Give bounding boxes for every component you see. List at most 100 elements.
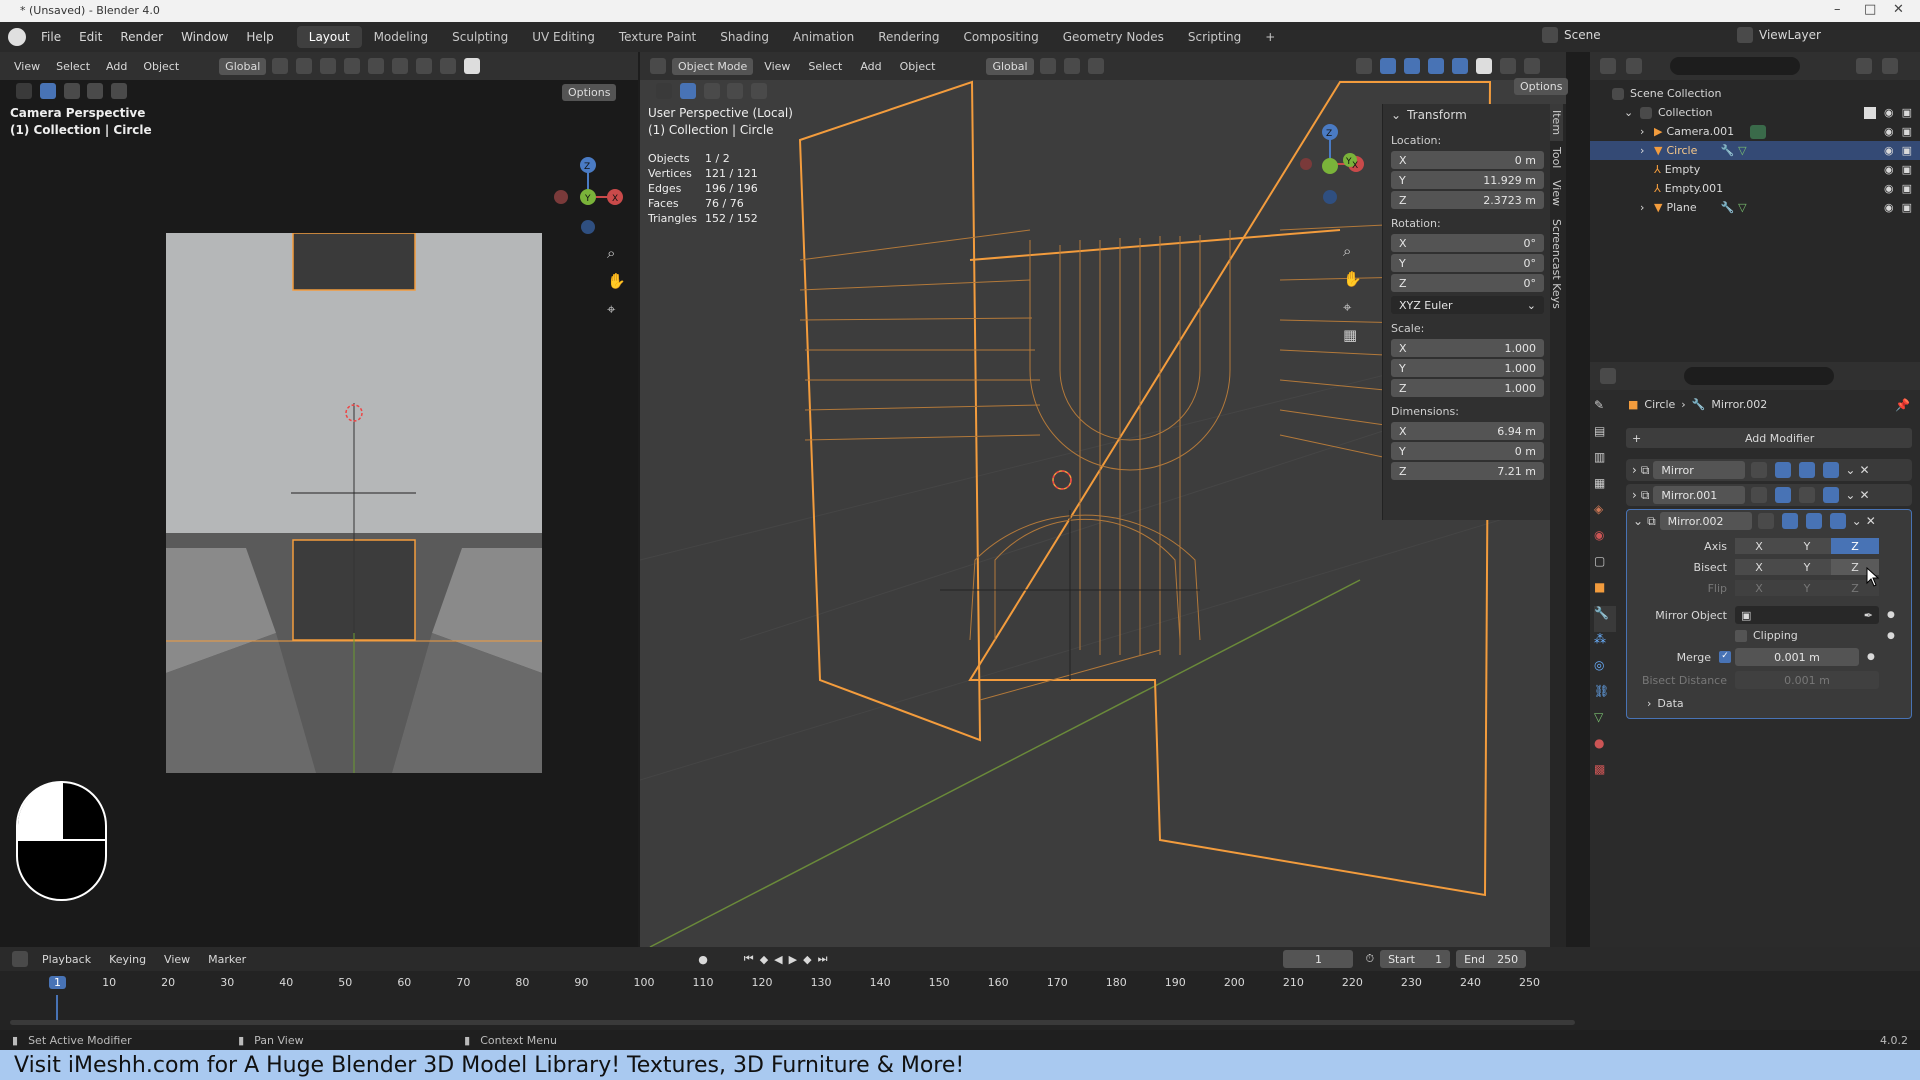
eye-icon[interactable]: ◉ bbox=[1884, 103, 1894, 122]
start-frame-field[interactable]: Start 1 bbox=[1380, 950, 1451, 968]
bisect-y-toggle[interactable]: Y bbox=[1783, 559, 1831, 575]
main-pivot-icon[interactable] bbox=[1039, 58, 1056, 74]
cam-menu-add[interactable]: Add bbox=[100, 60, 133, 73]
tool-tab-icon[interactable]: ✎ bbox=[1594, 398, 1616, 424]
scene-collection-row[interactable]: Scene Collection bbox=[1610, 84, 1920, 103]
location-y-field[interactable]: Y 11.929 m bbox=[1391, 171, 1544, 189]
eye-icon[interactable]: ◉ bbox=[1884, 141, 1894, 160]
axis-y-toggle[interactable]: Y bbox=[1783, 538, 1831, 554]
edit-mode-toggle-icon[interactable] bbox=[1751, 487, 1768, 503]
flip-x-toggle[interactable]: X bbox=[1735, 580, 1783, 596]
rotation-mode-dropdown[interactable]: XYZ Euler ⌄ bbox=[1391, 296, 1544, 314]
select-box-icon[interactable] bbox=[39, 83, 56, 99]
outliner-item-empty-001[interactable]: ⅄ Empty.001 ◉ ▣ bbox=[1610, 179, 1920, 198]
tab-sculpting[interactable]: Sculpting bbox=[440, 26, 520, 48]
main-menu-add[interactable]: Add bbox=[853, 60, 888, 73]
select-tool-icon[interactable] bbox=[16, 83, 32, 99]
tab-uv-editing[interactable]: UV Editing bbox=[520, 26, 607, 48]
mirror-object-field[interactable]: ▣ ✒ bbox=[1735, 606, 1879, 624]
location-z-field[interactable]: Z 2.3723 m bbox=[1391, 191, 1544, 209]
scale-z-field[interactable]: Z 1.000 bbox=[1391, 379, 1544, 397]
world-tab-icon[interactable]: ◉ bbox=[1594, 528, 1616, 554]
data-subpanel[interactable]: › Data bbox=[1627, 697, 1911, 710]
end-frame-field[interactable]: End 250 bbox=[1456, 950, 1527, 968]
modifier-name-field[interactable]: Mirror.002 bbox=[1659, 512, 1752, 530]
add-modifier-button[interactable]: + Add Modifier bbox=[1626, 428, 1912, 448]
scene-tab-icon[interactable]: ◈ bbox=[1594, 502, 1616, 528]
modifier-name-field[interactable]: Mirror.001 bbox=[1653, 486, 1746, 504]
tab-texture-paint[interactable]: Texture Paint bbox=[607, 26, 708, 48]
main-transform-orientation[interactable]: Global bbox=[986, 57, 1034, 75]
transform-panel-header[interactable]: ⌄ Transform bbox=[1383, 104, 1550, 126]
rotation-y-field[interactable]: Y 0° bbox=[1391, 254, 1544, 272]
cam-menu-object[interactable]: Object bbox=[137, 60, 185, 73]
next-keyframe-icon[interactable]: ◆ bbox=[803, 953, 811, 966]
main-wireframe-icon[interactable] bbox=[1452, 58, 1468, 74]
play-reverse-icon[interactable]: ◀ bbox=[774, 953, 782, 966]
timeline-scrollbar[interactable] bbox=[10, 1020, 1575, 1025]
render-toggle-icon[interactable] bbox=[1823, 487, 1840, 503]
outliner-item-plane[interactable]: › ▼ Plane 🔧 ▽ ◉ ▣ bbox=[1610, 198, 1920, 217]
main-visibility-icon[interactable] bbox=[1356, 58, 1372, 74]
location-x-field[interactable]: X 0 m bbox=[1391, 151, 1544, 169]
jump-start-icon[interactable]: ⏮ bbox=[744, 952, 754, 966]
modifier-tab-icon[interactable]: 🔧 bbox=[1594, 606, 1616, 632]
outliner-item-camera[interactable]: › ▶ Camera.001 ◉ ▣ bbox=[1610, 122, 1920, 141]
pivot-icon[interactable] bbox=[272, 58, 289, 74]
main-solid-icon[interactable] bbox=[1476, 58, 1492, 74]
menu-edit[interactable]: Edit bbox=[70, 22, 111, 52]
properties-editor-icon[interactable] bbox=[1600, 368, 1616, 384]
eyedropper-icon[interactable]: ✒ bbox=[1864, 609, 1873, 622]
rotation-x-field[interactable]: X 0° bbox=[1391, 234, 1544, 252]
select-mode-sub-icon[interactable] bbox=[87, 83, 104, 99]
dimensions-y-field[interactable]: Y 0 m bbox=[1391, 442, 1544, 460]
snap-icon[interactable] bbox=[296, 58, 313, 74]
main-nav-gizmo[interactable]: Z X Y bbox=[1288, 104, 1378, 214]
menu-view[interactable]: View bbox=[158, 953, 196, 966]
menu-keying[interactable]: Keying bbox=[103, 953, 152, 966]
menu-render[interactable]: Render bbox=[111, 22, 172, 52]
blender-logo-icon[interactable] bbox=[8, 28, 26, 46]
tab-item[interactable]: Item bbox=[1550, 104, 1563, 142]
menu-marker[interactable]: Marker bbox=[202, 953, 252, 966]
add-workspace-button[interactable]: + bbox=[1253, 26, 1287, 48]
camera-render-icon[interactable]: ▣ bbox=[1902, 122, 1912, 141]
editor-type-icon[interactable] bbox=[650, 58, 666, 74]
tab-layout[interactable]: Layout bbox=[296, 26, 362, 48]
eye-icon[interactable]: ◉ bbox=[1884, 179, 1894, 198]
main-zoom-icon[interactable]: ⌕ bbox=[1343, 242, 1351, 260]
close-icon[interactable]: ✕ bbox=[1893, 2, 1904, 17]
main-menu-view[interactable]: View bbox=[757, 60, 797, 73]
render-toggle-icon[interactable] bbox=[1829, 513, 1846, 529]
modifier-mirror-001[interactable]: › ⧉ Mirror.001 ⌄ ✕ bbox=[1626, 484, 1912, 506]
overlay-icon[interactable] bbox=[392, 58, 409, 74]
tab-shading[interactable]: Shading bbox=[708, 26, 781, 48]
checkbox-icon[interactable] bbox=[1863, 106, 1876, 119]
main-rendered-icon[interactable] bbox=[1524, 58, 1540, 74]
main-xray-icon[interactable] bbox=[1428, 58, 1444, 74]
remove-modifier-icon[interactable]: ✕ bbox=[1859, 463, 1869, 477]
solid-shading-icon[interactable] bbox=[464, 58, 481, 74]
viewport-toggle-icon[interactable] bbox=[1799, 462, 1816, 478]
cam-zoom-icon[interactable]: ⌕ bbox=[607, 244, 615, 262]
cam-menu-select[interactable]: Select bbox=[50, 60, 96, 73]
main-snap-icon[interactable] bbox=[1063, 58, 1080, 74]
dropdown-arrow-icon[interactable]: ⌄ bbox=[1845, 463, 1855, 477]
merge-distance-field[interactable]: 0.001 m bbox=[1735, 648, 1859, 666]
timeline-ruler[interactable]: 1 10 20 30 40 50 60 70 80 90 100 110 120 130 140 150 160… bbox=[0, 976, 1580, 996]
physics-tab-icon[interactable]: ◎ bbox=[1594, 658, 1616, 684]
remove-modifier-icon[interactable]: ✕ bbox=[1859, 488, 1869, 502]
xray-icon[interactable] bbox=[416, 58, 433, 74]
stopwatch-icon[interactable]: ⏱ bbox=[1365, 952, 1374, 966]
menu-file[interactable]: File bbox=[32, 22, 70, 52]
rotation-z-field[interactable]: Z 0° bbox=[1391, 274, 1544, 292]
select-mode-invert-icon[interactable] bbox=[111, 83, 128, 99]
object-mode-dropdown[interactable]: Object Mode bbox=[672, 57, 754, 75]
scene-selector[interactable]: Scene bbox=[1540, 27, 1660, 43]
dimensions-x-field[interactable]: X 6.94 m bbox=[1391, 422, 1544, 440]
record-icon[interactable]: ● bbox=[698, 953, 708, 966]
camera-render-icon[interactable]: ▣ bbox=[1902, 103, 1912, 122]
camera-render-icon[interactable]: ▣ bbox=[1902, 160, 1912, 179]
wireframe-shading-icon[interactable] bbox=[440, 58, 457, 74]
properties-search-input[interactable] bbox=[1684, 367, 1834, 385]
